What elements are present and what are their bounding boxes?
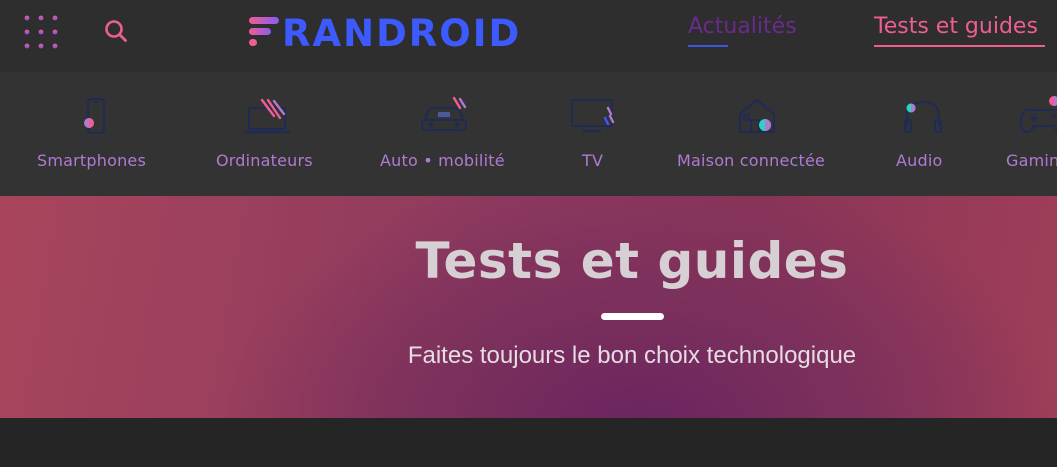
- nav-link-actualites[interactable]: Actualités: [688, 14, 797, 47]
- hero-banner: Tests et guides Faites toujours le bon c…: [0, 196, 1057, 418]
- site-header: RANDROID Actualités Tests et guides: [0, 0, 1057, 72]
- search-icon[interactable]: [103, 18, 129, 44]
- category-label: Ordinateurs: [216, 151, 313, 170]
- title-divider: [601, 313, 664, 320]
- category-bar: Smartphones Ordinateurs Auto • mobilité: [0, 72, 1057, 196]
- site-logo[interactable]: RANDROID: [246, 10, 546, 55]
- category-smartphones[interactable]: Smartphones: [37, 72, 162, 196]
- tv-icon: [571, 99, 615, 133]
- category-tv[interactable]: TV: [570, 72, 620, 196]
- headphones-icon: [904, 100, 942, 133]
- nav-link-tests-et-guides[interactable]: Tests et guides: [874, 14, 1045, 47]
- car-icon: [421, 96, 467, 131]
- category-label: Gaming: [1006, 151, 1057, 170]
- svg-text:RANDROID: RANDROID: [282, 12, 521, 54]
- category-label: Maison connectée: [677, 151, 826, 170]
- category-maison-connectee[interactable]: Maison connectée: [677, 72, 842, 196]
- gamepad-icon: [1019, 96, 1057, 134]
- category-audio[interactable]: Audio: [896, 72, 951, 196]
- category-ordinateurs[interactable]: Ordinateurs: [216, 72, 326, 196]
- nav-underline: [688, 45, 728, 47]
- smart-home-icon: [739, 98, 775, 133]
- logo-graphic: RANDROID: [249, 12, 521, 55]
- category-gaming[interactable]: Gaming: [1006, 72, 1057, 196]
- page-title: Tests et guides: [415, 232, 849, 290]
- category-label: Auto • mobilité: [380, 151, 505, 170]
- nav-active-underline: [874, 45, 1045, 47]
- grid-dots-icon[interactable]: [22, 13, 60, 51]
- content-area: [0, 418, 1057, 467]
- nav-label: Actualités: [688, 14, 797, 39]
- nav-label: Tests et guides: [874, 14, 1038, 39]
- category-label: TV: [582, 151, 604, 170]
- page-subtitle: Faites toujours le bon choix technologiq…: [407, 342, 857, 369]
- category-label: Smartphones: [37, 151, 147, 170]
- smartphone-icon: [84, 98, 105, 134]
- category-auto-mobilite[interactable]: Auto • mobilité: [380, 72, 515, 196]
- category-label: Audio: [896, 151, 943, 170]
- laptop-icon: [244, 98, 291, 134]
